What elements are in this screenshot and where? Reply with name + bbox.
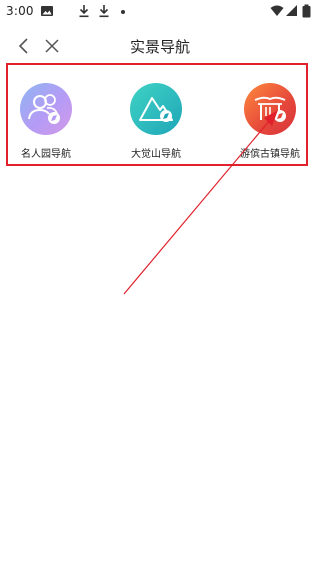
nav-item-dajue-mountain[interactable]: 大觉山导航 <box>108 83 204 160</box>
nav-item-celebrity-park[interactable]: 名人园导航 <box>0 83 94 160</box>
nav-item-label: 名人园导航 <box>21 149 71 160</box>
image-icon <box>40 4 54 21</box>
people-icon <box>20 83 72 135</box>
status-bar: 3:00 <box>0 0 320 24</box>
notification-dot <box>121 10 125 14</box>
signal-icon <box>286 4 298 21</box>
page-title: 实景导航 <box>129 38 190 56</box>
navigation-panel: 名人园导航 大觉山导航 游傧古镇导航 <box>6 63 308 166</box>
header-bar: 实景导航 <box>0 28 320 64</box>
wifi-icon <box>270 4 284 21</box>
mountain-icon <box>130 83 182 135</box>
nav-item-label: 大觉山导航 <box>131 149 181 160</box>
status-time: 3:00 <box>6 4 34 18</box>
download-icon <box>98 4 110 21</box>
battery-icon <box>302 4 311 21</box>
nav-item-ancient-town[interactable]: 游傧古镇导航 <box>222 83 318 160</box>
download-icon <box>78 4 90 21</box>
nav-item-label: 游傧古镇导航 <box>240 149 300 160</box>
gate-icon <box>244 83 296 135</box>
screen: 3:00 实景导航 名人园导航 大觉山导航 游傧古镇导航 <box>0 0 320 568</box>
